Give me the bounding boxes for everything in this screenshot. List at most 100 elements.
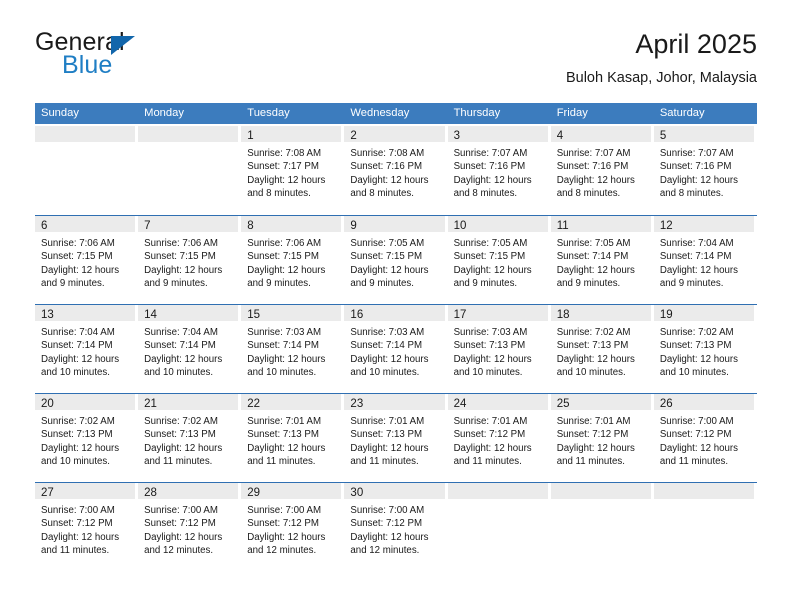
day-number-band: 3 xyxy=(447,126,548,142)
day-number: 16 xyxy=(350,309,364,321)
calendar-week-row: 13 Sunrise: 7:04 AM Sunset: 7:14 PM Dayligh… xyxy=(35,304,757,393)
day-details: Sunrise: 7:05 AM Sunset: 7:14 PM Daylight:… xyxy=(551,232,651,291)
daylight-text-line2: and 10 minutes. xyxy=(41,367,110,379)
day-cell[interactable]: 27 Sunrise: 7:00 AM Sunset: 7:12 PM Dayligh… xyxy=(35,483,138,571)
sunrise-text: Sunrise: 7:01 AM xyxy=(350,416,425,427)
daylight-text-line2: and 12 minutes. xyxy=(144,545,214,557)
day-details: Sunrise: 7:06 AM Sunset: 7:15 PM Daylight:… xyxy=(241,232,341,291)
sunrise-text: Sunrise: 7:08 AM xyxy=(247,148,322,159)
sunset-text: Sunset: 7:16 PM xyxy=(659,161,732,173)
sunset-text: Sunset: 7:15 PM xyxy=(453,251,526,263)
day-cell[interactable]: 20 Sunrise: 7:02 AM Sunset: 7:13 PM Dayligh… xyxy=(35,394,138,482)
day-cell[interactable]: 10 Sunrise: 7:05 AM Sunset: 7:15 PM Dayligh… xyxy=(447,216,551,304)
day-cell[interactable]: 7 Sunrise: 7:06 AM Sunset: 7:15 PM Daylight… xyxy=(138,216,241,304)
day-number: 12 xyxy=(659,220,673,232)
daylight-text-line1: Daylight: 12 hours xyxy=(247,174,326,186)
sunset-text: Sunset: 7:15 PM xyxy=(350,251,423,263)
weekday-sunday: Sunday xyxy=(41,107,79,119)
day-cell[interactable]: 16 Sunrise: 7:03 AM Sunset: 7:14 PM Dayligh… xyxy=(344,305,447,393)
sunset-text: Sunset: 7:13 PM xyxy=(453,340,526,352)
sunset-text: Sunset: 7:14 PM xyxy=(659,251,732,263)
day-number-band xyxy=(35,126,136,142)
day-cell[interactable]: 19 Sunrise: 7:02 AM Sunset: 7:13 PM Dayligh… xyxy=(653,305,757,393)
day-cell[interactable]: 6 Sunrise: 7:06 AM Sunset: 7:15 PM Daylight… xyxy=(35,216,138,304)
sunset-text: Sunset: 7:15 PM xyxy=(247,251,319,263)
day-number: 7 xyxy=(144,220,151,232)
day-cell[interactable]: 2 Sunrise: 7:08 AM Sunset: 7:16 PM Daylight… xyxy=(344,126,447,215)
sunset-text: Sunset: 7:14 PM xyxy=(144,340,216,352)
day-cell[interactable]: 14 Sunrise: 7:04 AM Sunset: 7:14 PM Dayligh… xyxy=(138,305,241,393)
day-cell[interactable]: 25 Sunrise: 7:01 AM Sunset: 7:12 PM Dayligh… xyxy=(550,394,654,482)
day-cell[interactable]: 8 Sunrise: 7:06 AM Sunset: 7:15 PM Daylight… xyxy=(241,216,344,304)
day-number: 6 xyxy=(41,220,48,232)
day-cell-empty xyxy=(35,126,138,215)
daylight-text-line1: Daylight: 12 hours xyxy=(247,264,326,276)
sunset-text: Sunset: 7:13 PM xyxy=(659,340,732,352)
day-cell[interactable]: 29 Sunrise: 7:00 AM Sunset: 7:12 PM Dayligh… xyxy=(241,483,344,571)
daylight-text-line2: and 9 minutes. xyxy=(350,278,414,290)
day-cell[interactable]: 21 Sunrise: 7:02 AM Sunset: 7:13 PM Dayligh… xyxy=(138,394,241,482)
day-number-band: 15 xyxy=(241,305,342,321)
day-number-band xyxy=(138,126,239,142)
day-details: Sunrise: 7:00 AM Sunset: 7:12 PM Daylight:… xyxy=(241,499,341,558)
day-number: 2 xyxy=(350,130,357,142)
day-cell-empty xyxy=(653,483,757,571)
daylight-text-line1: Daylight: 12 hours xyxy=(556,442,635,454)
day-details: Sunrise: 7:01 AM Sunset: 7:12 PM Daylight:… xyxy=(551,410,651,469)
daylight-text-line1: Daylight: 12 hours xyxy=(350,353,429,365)
daylight-text-line2: and 10 minutes. xyxy=(144,367,214,379)
day-number: 21 xyxy=(144,398,157,410)
sunrise-text: Sunrise: 7:02 AM xyxy=(556,327,631,338)
day-cell[interactable]: 23 Sunrise: 7:01 AM Sunset: 7:13 PM Dayligh… xyxy=(344,394,447,482)
day-details: Sunrise: 7:02 AM Sunset: 7:13 PM Daylight:… xyxy=(654,321,754,380)
day-number-band xyxy=(550,483,651,499)
daylight-text-line1: Daylight: 12 hours xyxy=(659,353,738,365)
daylight-text-line1: Daylight: 12 hours xyxy=(350,531,429,543)
day-cell[interactable]: 5 Sunrise: 7:07 AM Sunset: 7:16 PM Daylight… xyxy=(653,126,757,215)
day-cell[interactable]: 13 Sunrise: 7:04 AM Sunset: 7:14 PM Dayligh… xyxy=(35,305,138,393)
day-cell[interactable]: 15 Sunrise: 7:03 AM Sunset: 7:14 PM Dayligh… xyxy=(241,305,344,393)
daylight-text-line2: and 10 minutes. xyxy=(556,367,626,379)
day-cell[interactable]: 1 Sunrise: 7:08 AM Sunset: 7:17 PM Daylight… xyxy=(241,126,344,215)
daylight-text-line1: Daylight: 12 hours xyxy=(41,442,120,454)
daylight-text-line2: and 11 minutes. xyxy=(556,456,625,468)
calendar-week-row: 20 Sunrise: 7:02 AM Sunset: 7:13 PM Dayligh… xyxy=(35,393,757,482)
day-cell[interactable]: 24 Sunrise: 7:01 AM Sunset: 7:12 PM Dayligh… xyxy=(447,394,551,482)
day-cell[interactable]: 28 Sunrise: 7:00 AM Sunset: 7:12 PM Dayligh… xyxy=(138,483,241,571)
day-number-band: 12 xyxy=(653,216,754,232)
calendar-grid: Sunday Monday Tuesday Wednesday Thursday… xyxy=(35,103,757,571)
day-cell[interactable]: 9 Sunrise: 7:05 AM Sunset: 7:15 PM Daylight… xyxy=(344,216,447,304)
day-number-band: 25 xyxy=(550,394,651,410)
daylight-text-line2: and 9 minutes. xyxy=(41,278,105,290)
day-cell[interactable]: 17 Sunrise: 7:03 AM Sunset: 7:13 PM Dayligh… xyxy=(447,305,551,393)
day-cell[interactable]: 11 Sunrise: 7:05 AM Sunset: 7:14 PM Dayligh… xyxy=(550,216,654,304)
calendar-page: General Blue April 2025 Buloh Kasap, Joh… xyxy=(0,0,792,612)
day-cell[interactable]: 18 Sunrise: 7:02 AM Sunset: 7:13 PM Dayligh… xyxy=(550,305,654,393)
sunrise-text: Sunrise: 7:04 AM xyxy=(144,327,218,338)
day-cell[interactable]: 12 Sunrise: 7:04 AM Sunset: 7:14 PM Dayligh… xyxy=(653,216,757,304)
day-number-band: 7 xyxy=(138,216,239,232)
day-number-band: 29 xyxy=(241,483,342,499)
logo-text-blue: Blue xyxy=(62,51,113,79)
day-cell[interactable]: 4 Sunrise: 7:07 AM Sunset: 7:16 PM Daylight… xyxy=(550,126,654,215)
daylight-text-line2: and 11 minutes. xyxy=(659,456,729,468)
general-blue-logo[interactable]: General Blue xyxy=(35,28,265,88)
day-cell[interactable]: 30 Sunrise: 7:00 AM Sunset: 7:12 PM Dayligh… xyxy=(344,483,447,571)
day-number: 24 xyxy=(453,398,467,410)
day-number: 26 xyxy=(659,398,673,410)
day-cell[interactable]: 26 Sunrise: 7:00 AM Sunset: 7:12 PM Dayligh… xyxy=(653,394,757,482)
sunrise-text: Sunrise: 7:00 AM xyxy=(144,505,218,516)
day-cell[interactable]: 3 Sunrise: 7:07 AM Sunset: 7:16 PM Daylight… xyxy=(447,126,551,215)
day-number-band: 30 xyxy=(344,483,445,499)
daylight-text-line1: Daylight: 12 hours xyxy=(556,174,635,186)
sunrise-text: Sunrise: 7:08 AM xyxy=(350,148,425,159)
sunrise-text: Sunrise: 7:05 AM xyxy=(556,238,631,249)
day-cell[interactable]: 22 Sunrise: 7:01 AM Sunset: 7:13 PM Dayligh… xyxy=(241,394,344,482)
daylight-text-line2: and 8 minutes. xyxy=(659,188,724,200)
sunset-text: Sunset: 7:12 PM xyxy=(453,429,526,441)
sunrise-text: Sunrise: 7:05 AM xyxy=(350,238,425,249)
sunset-text: Sunset: 7:13 PM xyxy=(247,429,319,441)
daylight-text-line1: Daylight: 12 hours xyxy=(41,353,120,365)
sunrise-text: Sunrise: 7:07 AM xyxy=(556,148,631,159)
day-number: 8 xyxy=(247,220,254,232)
